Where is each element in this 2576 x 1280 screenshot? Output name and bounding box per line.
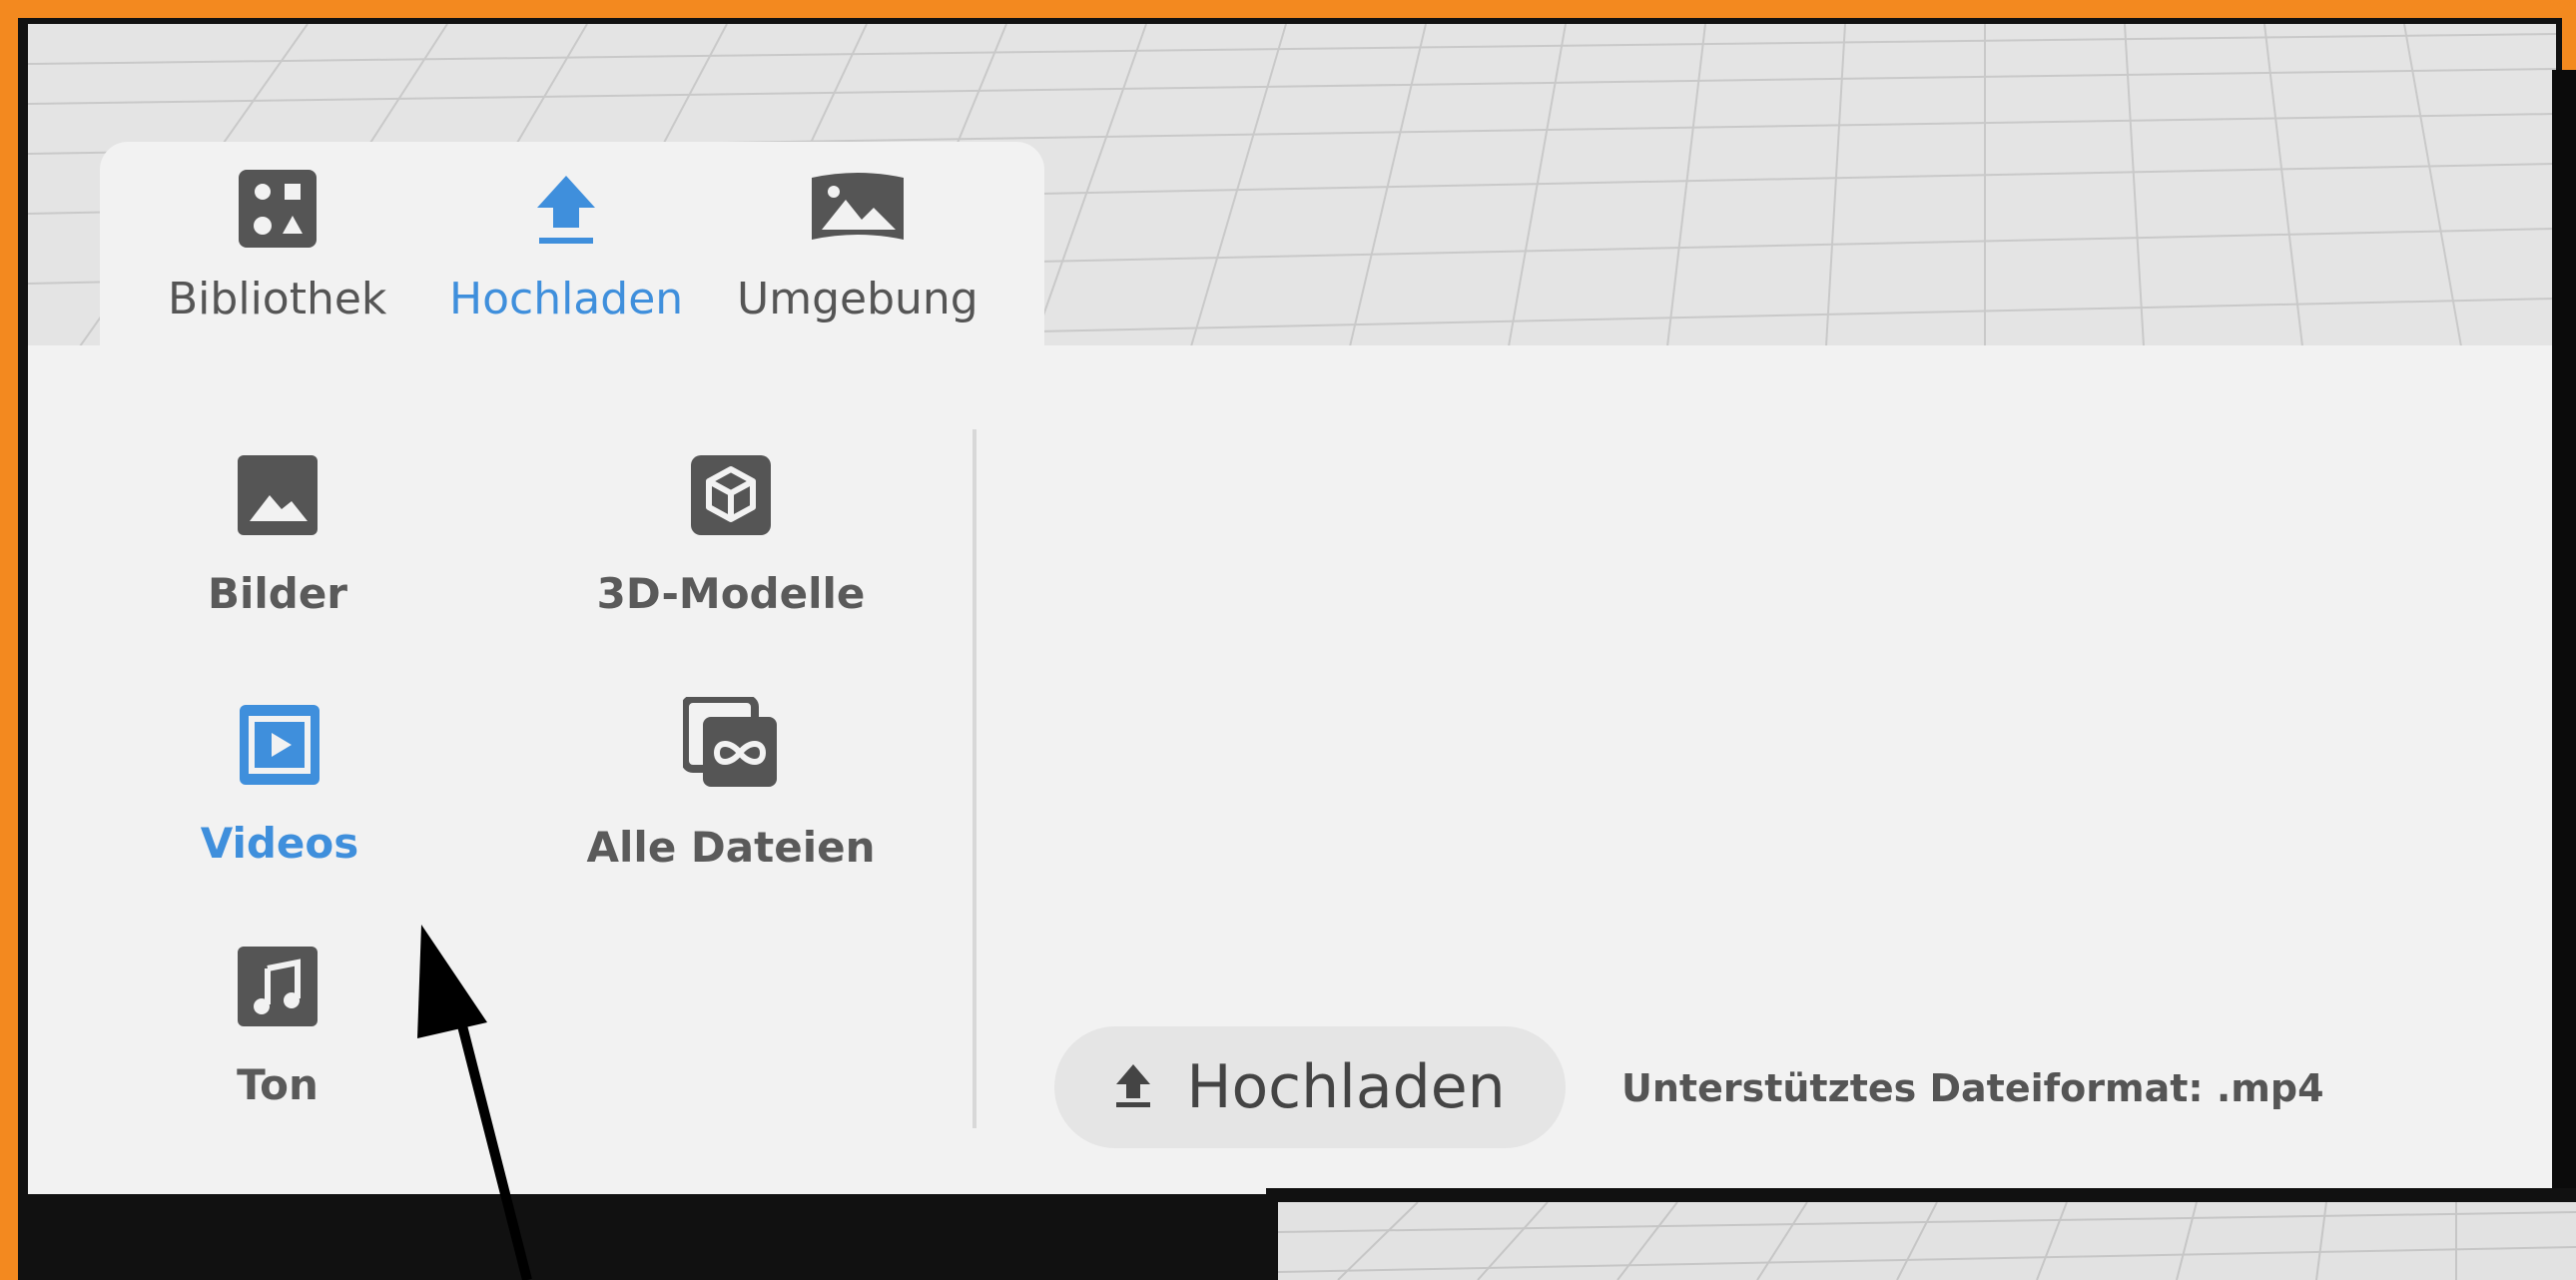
annotation-arrow bbox=[417, 925, 532, 1280]
screenshot-stage: Bibliothek Hochladen Umgebung Bilder 3D-… bbox=[0, 0, 2576, 1280]
